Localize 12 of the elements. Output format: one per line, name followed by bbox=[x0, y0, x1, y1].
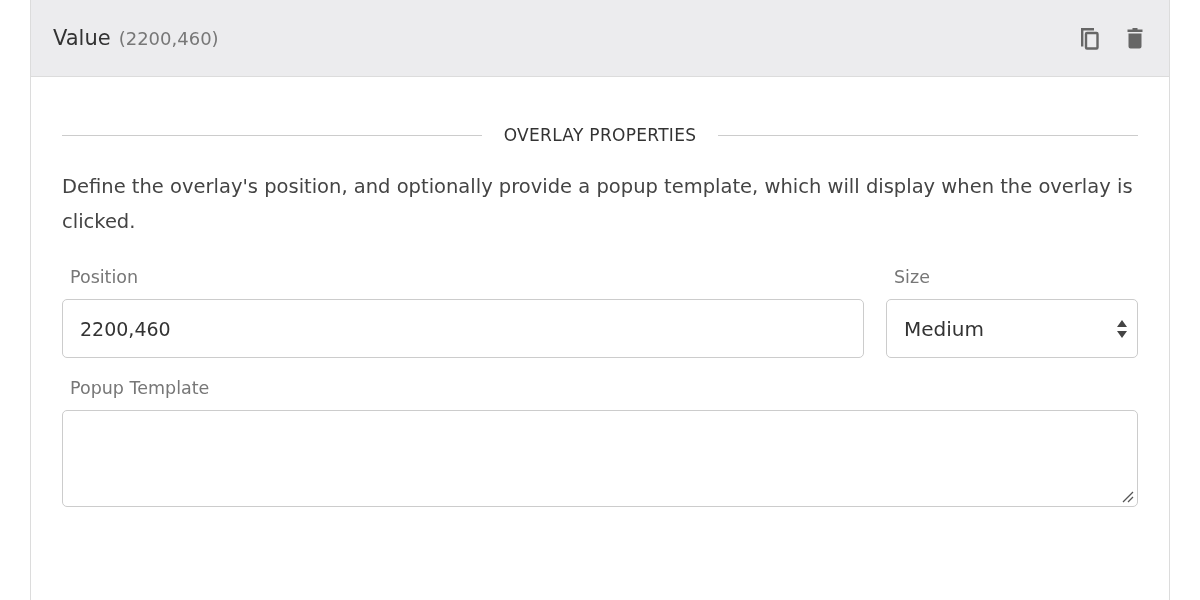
panel-title: Value bbox=[53, 26, 111, 50]
section-heading: OVERLAY PROPERTIES bbox=[503, 125, 697, 145]
field-label: Popup Template bbox=[70, 378, 211, 398]
description-text: Define the overlay's position, and optionally provide a popup template, which will display when the overlay is clicked. bbox=[62, 174, 1134, 235]
field-label: Size bbox=[894, 267, 931, 287]
panel-subtitle: (2200,460) bbox=[118, 28, 219, 49]
popup-template-field[interactable] bbox=[62, 410, 1138, 507]
trash-icon[interactable] bbox=[1127, 27, 1143, 49]
field-label: Position bbox=[70, 267, 140, 287]
resize-grip-icon[interactable] bbox=[1122, 491, 1134, 503]
position-field[interactable]: 2200,460 bbox=[62, 299, 864, 358]
size-select[interactable]: Medium bbox=[886, 299, 1138, 358]
